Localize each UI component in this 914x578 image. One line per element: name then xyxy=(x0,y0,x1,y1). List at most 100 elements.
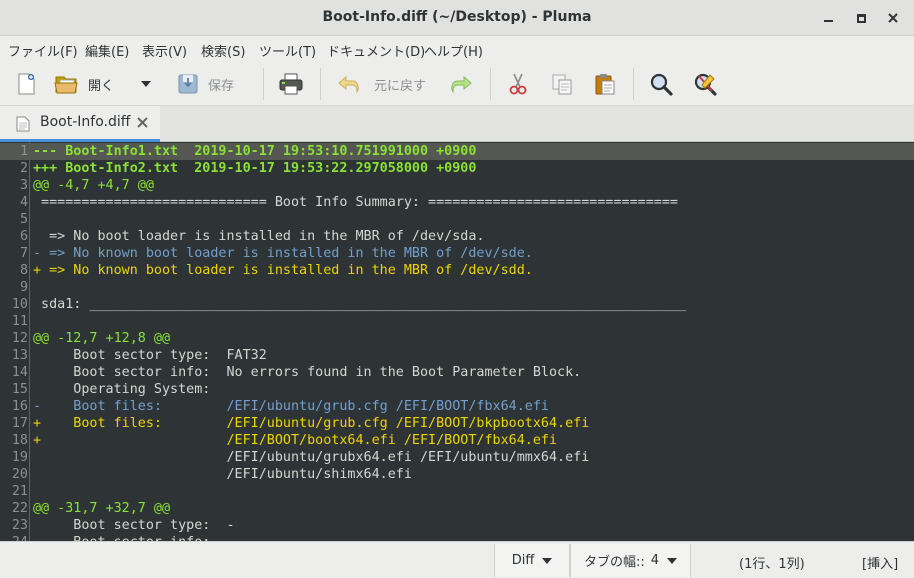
toolbar-separator xyxy=(633,68,634,100)
editor-line[interactable]: 13 Boot sector type: FAT32 xyxy=(0,347,914,364)
editor-line[interactable]: 20 /EFI/ubuntu/shimx64.efi xyxy=(0,466,914,483)
text-document-icon xyxy=(16,116,30,132)
editor-line[interactable]: 1 --- Boot-Info1.txt 2019-10-17 19:53:10.… xyxy=(0,143,914,160)
tab-width-selector[interactable]: タブの幅:: 4 xyxy=(570,544,691,577)
language-selector[interactable]: Diff xyxy=(494,544,570,577)
search-icon xyxy=(650,73,673,96)
line-text: + => No known boot loader is installed i… xyxy=(33,263,533,278)
editor-line[interactable]: 22 @@ -31,7 +32,7 @@ xyxy=(0,500,914,517)
editor-line[interactable]: 12 @@ -12,7 +12,8 @@ xyxy=(0,330,914,347)
menu-file[interactable]: ファイル(F) xyxy=(8,41,78,60)
line-number: 3 xyxy=(19,178,28,193)
editor-line[interactable]: 8 + => No known boot loader is installed … xyxy=(0,262,914,279)
chevron-down-icon xyxy=(542,557,553,564)
editor-line[interactable]: 9 xyxy=(0,279,914,296)
line-text: Operating System: xyxy=(33,382,211,397)
title-bar: Boot-Info.diff (~/Desktop) - Pluma xyxy=(0,0,914,36)
toolbar-separator xyxy=(490,68,491,100)
tab-close-button[interactable] xyxy=(137,114,148,132)
editor-line[interactable]: 15 Operating System: xyxy=(0,381,914,398)
undo-button[interactable]: 元に戻す xyxy=(336,68,426,100)
editor-line[interactable]: 16 - Boot files: /EFI/ubuntu/grub.cfg /EF… xyxy=(0,398,914,415)
menu-documents[interactable]: ドキュメント(D) xyxy=(327,41,425,60)
line-number: 13 xyxy=(11,348,28,363)
editor-line[interactable]: 10 sda1: _______________________________… xyxy=(0,296,914,313)
tab-width-value: 4 xyxy=(650,553,660,568)
line-text: @@ -12,7 +12,8 @@ xyxy=(33,331,171,346)
line-number: 21 xyxy=(11,484,28,499)
editor-line[interactable]: 14 Boot sector info: No errors found in … xyxy=(0,364,914,381)
menu-view[interactable]: 表示(V) xyxy=(142,41,187,60)
menu-search[interactable]: 検索(S) xyxy=(201,41,245,60)
save-button[interactable]: 保存 xyxy=(176,68,234,100)
line-text: + /EFI/BOOT/bootx64.efi /EFI/BOOT/fbx64.… xyxy=(33,433,558,448)
paste-icon xyxy=(595,74,615,95)
editor-line[interactable]: 4 ============================ Boot Info… xyxy=(0,194,914,211)
minimize-icon xyxy=(823,20,833,22)
undo-label: 元に戻す xyxy=(374,78,427,94)
line-text: sda1: __________________________________… xyxy=(33,297,687,312)
line-number: 10 xyxy=(11,297,28,312)
editor-line[interactable]: 19 /EFI/ubuntu/grubx64.efi /EFI/ubuntu/m… xyxy=(0,449,914,466)
save-label: 保存 xyxy=(208,78,235,94)
line-number: 11 xyxy=(11,314,28,329)
line-text: /EFI/ubuntu/shimx64.efi xyxy=(33,467,412,482)
menu-bar: ファイル(F) 編集(E) 表示(V) 検索(S) ツール(T) ドキュメント(… xyxy=(0,36,914,62)
editor-line[interactable]: 24 Boot sector info: xyxy=(0,534,914,541)
menu-help[interactable]: ヘルプ(H) xyxy=(424,41,483,60)
print-icon xyxy=(279,73,303,95)
line-text: Boot sector info: No errors found in the… xyxy=(33,365,582,380)
line-number: 17 xyxy=(11,416,28,431)
open-recent-dropdown[interactable] xyxy=(140,68,152,100)
editor-line[interactable]: 5 xyxy=(0,211,914,228)
menu-tools[interactable]: ツール(T) xyxy=(259,41,316,60)
chevron-down-icon xyxy=(667,557,678,564)
editor-line[interactable]: 11 xyxy=(0,313,914,330)
paste-button[interactable] xyxy=(593,68,617,100)
folder-open-icon xyxy=(54,76,78,94)
editor-line[interactable]: 18 + /EFI/BOOT/bootx64.efi /EFI/BOOT/fbx6… xyxy=(0,432,914,449)
text-editor[interactable]: 1 --- Boot-Info1.txt 2019-10-17 19:53:10.… xyxy=(0,142,914,541)
line-number: 16 xyxy=(11,399,28,414)
line-number: 19 xyxy=(11,450,28,465)
copy-icon xyxy=(552,74,572,95)
tab-bar: Boot-Info.diff xyxy=(0,106,914,142)
line-number: 9 xyxy=(19,280,28,295)
close-button[interactable] xyxy=(883,8,903,28)
close-icon xyxy=(137,117,148,128)
find-replace-button[interactable] xyxy=(693,68,717,100)
line-number: 22 xyxy=(11,501,28,516)
new-document-icon xyxy=(18,73,35,95)
open-button[interactable]: 開く xyxy=(54,68,114,100)
editor-line[interactable]: 7 - => No known boot loader is installed … xyxy=(0,245,914,262)
editor-line[interactable]: 3 @@ -4,7 +4,7 @@ xyxy=(0,177,914,194)
find-replace-icon xyxy=(694,73,717,96)
copy-button[interactable] xyxy=(550,68,574,100)
line-number: 18 xyxy=(11,433,28,448)
line-text: Boot sector type: - xyxy=(33,518,235,533)
tab-boot-info-diff[interactable]: Boot-Info.diff xyxy=(0,106,160,142)
line-number: 8 xyxy=(19,263,28,278)
line-number: 4 xyxy=(19,195,28,210)
editor-line[interactable]: 21 xyxy=(0,483,914,500)
line-number: 20 xyxy=(11,467,28,482)
redo-icon xyxy=(451,75,472,94)
minimize-button[interactable] xyxy=(818,8,838,28)
editor-line[interactable]: 17 + Boot files: /EFI/ubuntu/grub.cfg /EF… xyxy=(0,415,914,432)
line-text: ============================ Boot Info S… xyxy=(33,195,678,210)
menu-edit[interactable]: 編集(E) xyxy=(85,41,129,60)
maximize-button[interactable] xyxy=(851,8,871,28)
editor-line[interactable]: 2 +++ Boot-Info2.txt 2019-10-17 19:53:22.… xyxy=(0,160,914,177)
editor-line[interactable]: 23 Boot sector type: - xyxy=(0,517,914,534)
print-button[interactable] xyxy=(278,68,304,100)
redo-button[interactable] xyxy=(448,68,474,100)
line-text: --- Boot-Info1.txt 2019-10-17 19:53:10.7… xyxy=(33,144,477,159)
maximize-icon xyxy=(856,13,866,23)
line-number: 12 xyxy=(11,331,28,346)
editor-line[interactable]: 6 => No boot loader is installed in the … xyxy=(0,228,914,245)
find-button[interactable] xyxy=(649,68,673,100)
line-text: @@ -4,7 +4,7 @@ xyxy=(33,178,154,193)
cut-button[interactable] xyxy=(506,68,530,100)
new-button[interactable] xyxy=(14,68,38,100)
line-text: +++ Boot-Info2.txt 2019-10-17 19:53:22.2… xyxy=(33,161,477,176)
